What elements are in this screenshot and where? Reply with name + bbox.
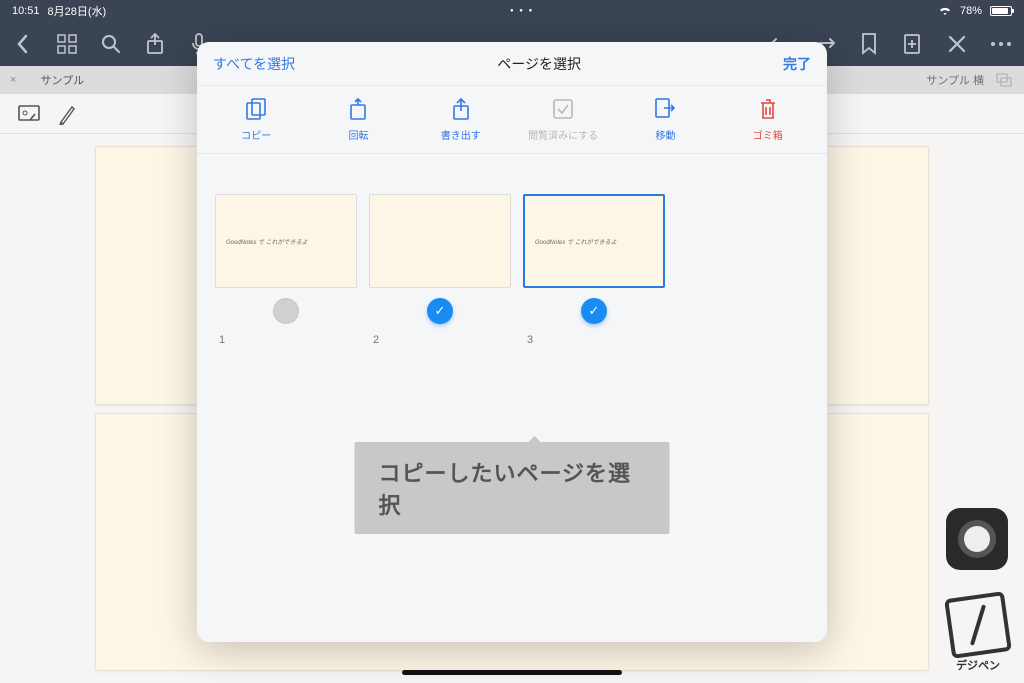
copy-action[interactable]: コピー: [216, 97, 296, 142]
battery-icon: [990, 6, 1012, 16]
export-action[interactable]: 書き出す: [421, 97, 501, 142]
export-label: 書き出す: [441, 127, 481, 142]
move-label: 移動: [655, 127, 675, 142]
share-icon[interactable]: [144, 33, 166, 55]
search-icon[interactable]: [100, 33, 122, 55]
tab-close-icon[interactable]: ×: [0, 74, 26, 86]
modal-title: ページを選択: [295, 54, 783, 74]
annotation-balloon: コピーしたいページを選択: [355, 442, 670, 534]
status-bar: 10:51 8月28日(水) ● ● ● 78%: [0, 0, 1024, 22]
view-mode-icon[interactable]: [18, 105, 40, 123]
logo-tablet-icon: [944, 591, 1012, 659]
copy-icon: [245, 97, 267, 121]
page-number: 3: [527, 334, 533, 346]
status-time: 10:51: [12, 5, 40, 17]
status-center-dots: ● ● ●: [106, 8, 938, 14]
rotate-label: 回転: [348, 127, 368, 142]
page-select-modal: すべてを選択 ページを選択 完了 コピー 回転 書き出す 閲覧済みにする 移動 …: [197, 42, 827, 642]
move-icon: [654, 97, 676, 121]
page-thumb-selected[interactable]: GoodNotes で これができるよ: [523, 194, 665, 288]
rotate-icon: [347, 97, 369, 121]
home-indicator[interactable]: [402, 670, 622, 675]
trash-label: ゴミ箱: [753, 127, 783, 142]
thumb-item[interactable]: GoodNotes で これができるよ ✓ 3: [523, 194, 665, 346]
copy-label: コピー: [241, 127, 271, 142]
page-number: 1: [219, 334, 225, 346]
wifi-icon: [938, 6, 952, 16]
more-icon[interactable]: [990, 33, 1012, 55]
select-badge-on[interactable]: ✓: [581, 298, 607, 324]
page-thumb[interactable]: GoodNotes で これができるよ: [215, 194, 357, 288]
page-number: 2: [373, 334, 379, 346]
page-thumb[interactable]: [369, 194, 511, 288]
select-all-button[interactable]: すべてを選択: [213, 54, 295, 74]
move-action[interactable]: 移動: [625, 97, 705, 142]
status-date: 8月28日(水): [48, 3, 107, 19]
mark-read-action: 閲覧済みにする: [523, 97, 603, 142]
done-button[interactable]: 完了: [783, 54, 811, 74]
modal-header: すべてを選択 ページを選択 完了: [197, 42, 827, 86]
tab-overflow-icon[interactable]: [996, 73, 1014, 87]
rotate-action[interactable]: 回転: [318, 97, 398, 142]
logo-watermark: デジペン: [948, 595, 1008, 673]
page-thumbnails: GoodNotes で これができるよ 1 ✓ 2 GoodNotes で これ…: [197, 154, 827, 346]
close-icon[interactable]: [946, 33, 968, 55]
logo-text: デジペン: [956, 657, 1000, 673]
thumb-item[interactable]: ✓ 2: [369, 194, 511, 346]
bookmark-icon[interactable]: [858, 33, 880, 55]
export-icon: [451, 97, 471, 121]
mark-read-icon: [552, 97, 574, 121]
pen-tool-icon[interactable]: [58, 103, 76, 125]
mark-read-label: 閲覧済みにする: [528, 127, 598, 142]
battery-pct: 78%: [960, 5, 982, 17]
trash-icon: [758, 97, 778, 121]
tab-item-left[interactable]: サンプル: [26, 72, 98, 88]
modal-actions: コピー 回転 書き出す 閲覧済みにする 移動 ゴミ箱: [197, 86, 827, 154]
annotation-text: コピーしたいページを選択: [379, 461, 632, 518]
back-icon[interactable]: [12, 33, 34, 55]
add-page-icon[interactable]: [902, 33, 924, 55]
assistive-touch-button[interactable]: [946, 508, 1008, 570]
select-badge-off[interactable]: [273, 298, 299, 324]
select-badge-on[interactable]: ✓: [427, 298, 453, 324]
trash-action[interactable]: ゴミ箱: [728, 97, 808, 142]
grid-icon[interactable]: [56, 33, 78, 55]
thumb-item[interactable]: GoodNotes で これができるよ 1: [215, 194, 357, 346]
